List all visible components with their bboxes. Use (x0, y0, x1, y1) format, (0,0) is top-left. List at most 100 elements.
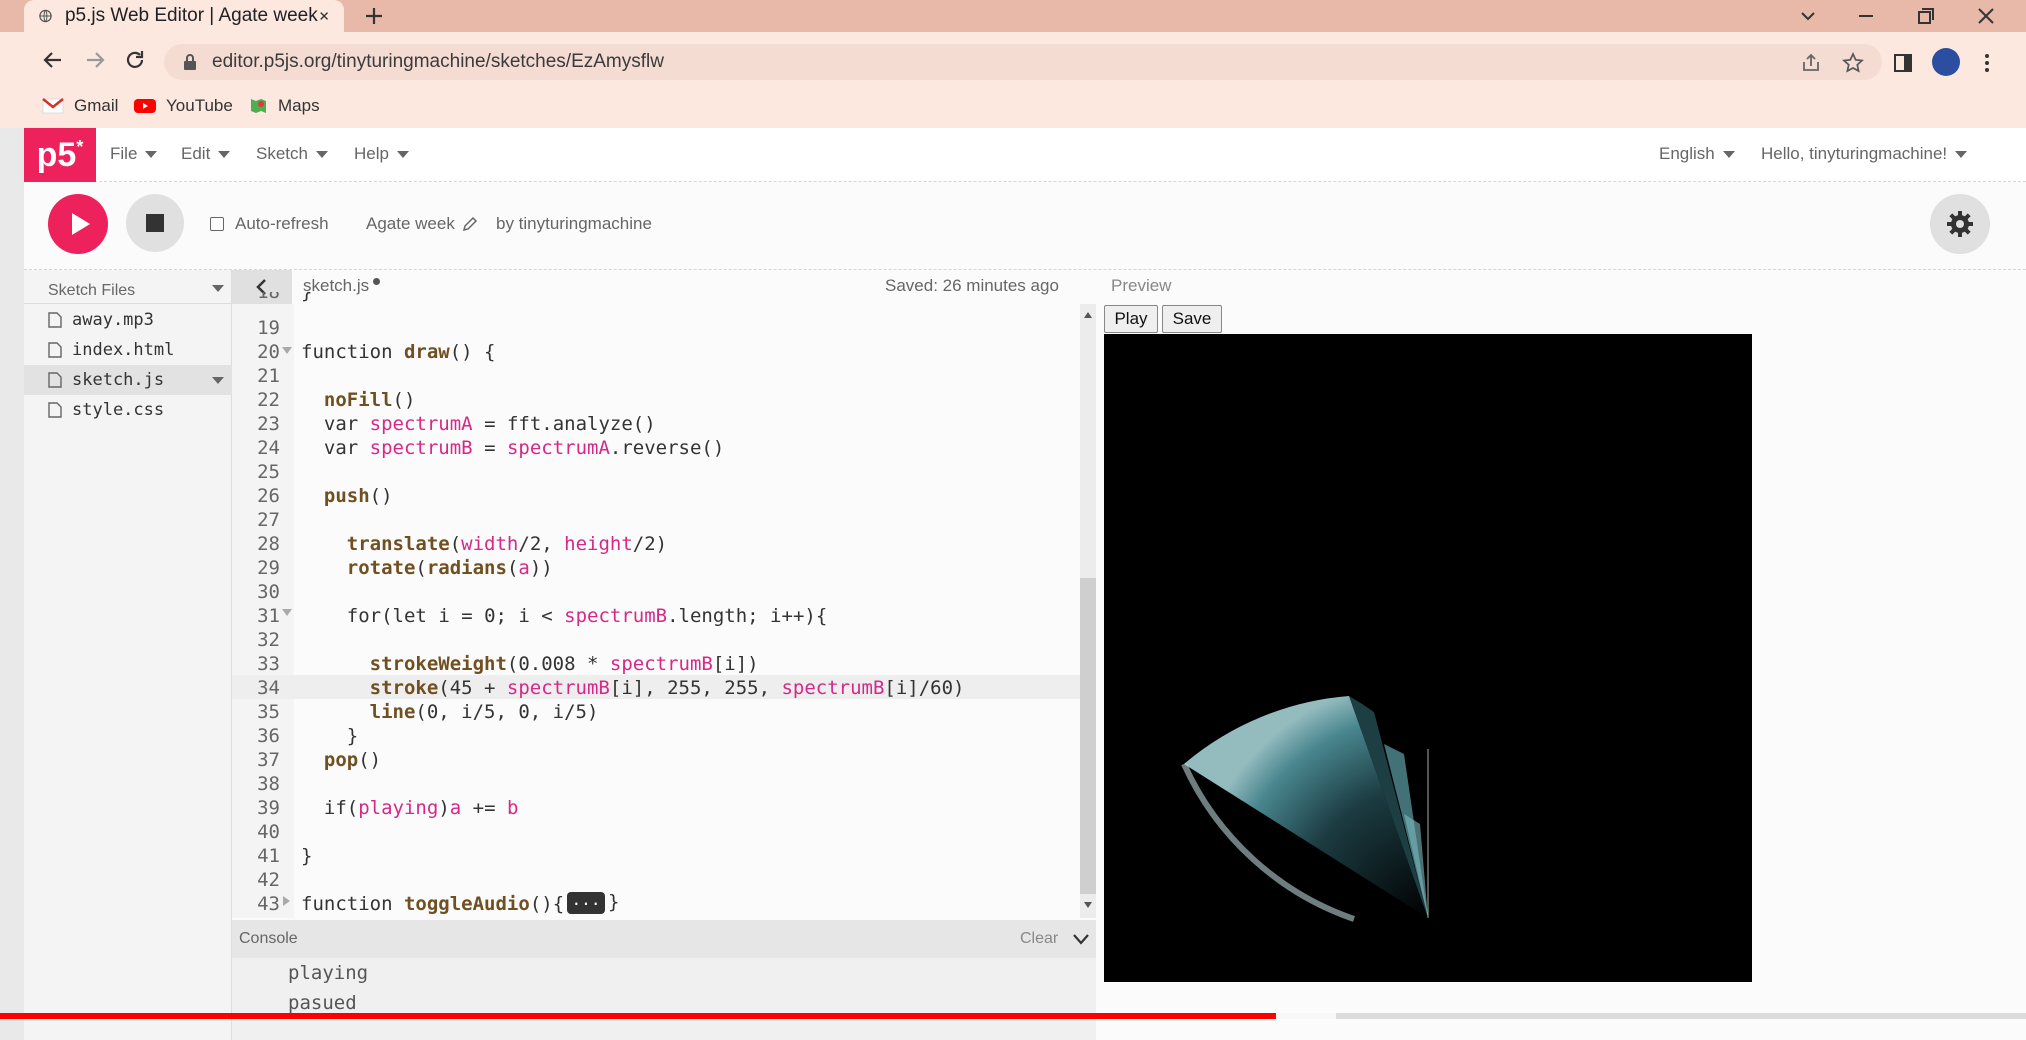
chevron-down-icon[interactable] (1072, 932, 1090, 946)
unfold-arrow-icon[interactable] (283, 896, 290, 906)
line-number: 28 (257, 533, 280, 555)
caret-down-icon (145, 150, 158, 158)
folded-code-marker[interactable]: ... (567, 892, 605, 914)
console-label: Console (239, 930, 298, 947)
minimize-icon[interactable] (1852, 2, 1880, 30)
scroll-up-icon[interactable] (1083, 310, 1093, 320)
reload-icon[interactable] (122, 47, 148, 73)
preview-save-button[interactable]: Save (1162, 305, 1222, 333)
close-tab-icon[interactable] (318, 7, 330, 25)
tab-search-chevron-icon[interactable] (1794, 2, 1822, 30)
lock-icon (184, 54, 196, 70)
console-header[interactable] (232, 920, 1096, 958)
share-icon[interactable] (1800, 52, 1822, 74)
line-number: 19 (257, 317, 280, 339)
close-window-icon[interactable] (1972, 2, 2000, 30)
file-index-html[interactable]: index.html (24, 335, 232, 365)
browser-tab[interactable]: p5.js Web Editor | Agate week (24, 0, 344, 32)
p5-logo[interactable]: p5 * (24, 128, 96, 182)
caret-down-icon (1722, 150, 1735, 158)
line-number: 30 (257, 581, 280, 603)
code-line: for(let i = 0; i < spectrumB.length; i++… (346, 605, 828, 627)
console-line: pasued (288, 992, 357, 1014)
line-number: 35 (257, 701, 280, 723)
line-number: 36 (257, 725, 280, 747)
folded-close-brace: } (608, 891, 620, 913)
sidebar-header[interactable]: Sketch Files (24, 270, 232, 304)
code-line: noFill() (323, 389, 416, 411)
menu-sketch[interactable]: Sketch (256, 144, 328, 164)
saved-status: Saved: 26 minutes ago (885, 276, 1059, 295)
file-icon (48, 342, 62, 358)
line-number: 24 (257, 437, 280, 459)
line-number: 21 (257, 365, 280, 387)
bookmark-gmail[interactable]: Gmail (42, 94, 118, 118)
menu-label: Hello, tinyturingmachine! (1761, 144, 1948, 163)
menu-help[interactable]: Help (354, 144, 409, 164)
settings-button[interactable] (1930, 194, 1990, 254)
restore-icon[interactable] (1912, 2, 1940, 30)
back-arrow-icon[interactable] (40, 47, 66, 73)
play-sketch-button[interactable] (48, 194, 108, 254)
unsaved-dot-icon (373, 278, 380, 285)
partial-line-number: 18 (257, 292, 280, 303)
language-menu[interactable]: English (1659, 144, 1735, 164)
file-style-css[interactable]: style.css (24, 395, 232, 425)
auto-refresh-label: Auto-refresh (235, 214, 329, 233)
menu-file[interactable]: File (110, 144, 158, 164)
code-line: } (301, 845, 313, 867)
side-panel-icon[interactable] (1892, 52, 1914, 74)
line-number: 26 (257, 485, 280, 507)
bookmark-maps[interactable]: Maps (248, 94, 320, 118)
file-label: away.mp3 (72, 310, 154, 330)
line-number: 22 (257, 389, 280, 411)
editor-scrollbar-thumb[interactable] (1080, 578, 1096, 894)
forward-arrow-icon[interactable] (82, 47, 108, 73)
sketch-canvas[interactable] (1104, 334, 1752, 982)
line-number: 33 (257, 653, 280, 675)
file-away-mp3[interactable]: away.mp3 (24, 305, 232, 335)
file-sketch-js[interactable]: sketch.js (24, 365, 232, 395)
auto-refresh-checkbox[interactable] (210, 217, 224, 231)
address-bar[interactable]: editor.p5js.org/tinyturingmachine/sketch… (164, 44, 1882, 80)
code-line: } (301, 725, 359, 747)
bookmark-label: Gmail (74, 96, 119, 115)
code-line: function draw() { (301, 341, 496, 363)
pencil-icon[interactable] (462, 216, 478, 232)
bookmark-youtube[interactable]: YouTube (134, 94, 233, 118)
fold-arrow-icon[interactable] (282, 609, 292, 616)
profile-avatar[interactable] (1932, 48, 1960, 76)
caret-down-icon[interactable] (212, 285, 224, 292)
code-line: translate(width/2, height/2) (346, 533, 668, 555)
bookmark-star-icon[interactable] (1842, 52, 1864, 74)
file-icon (48, 372, 62, 388)
scroll-down-icon[interactable] (1083, 900, 1093, 910)
console-clear-button[interactable]: Clear (1020, 930, 1058, 948)
stop-icon (146, 214, 164, 232)
file-label: index.html (72, 340, 175, 360)
gear-icon (1947, 211, 1973, 237)
video-buffer-fill (1276, 1013, 1337, 1019)
file-options-caret-icon[interactable] (212, 377, 224, 384)
menu-label: Help (354, 144, 389, 163)
line-number: 31 (257, 605, 280, 627)
preview-play-button[interactable]: Play (1104, 305, 1158, 333)
video-progress-fill (0, 1013, 1277, 1019)
url-text: editor.p5js.org/tinyturingmachine/sketch… (212, 51, 664, 72)
more-menu-icon[interactable] (1976, 52, 1998, 74)
menu-edit[interactable]: Edit (181, 144, 231, 164)
code-line: var spectrumA = fft.analyze() (323, 413, 656, 435)
code-line: function toggleAudio(){ (301, 893, 565, 915)
caret-down-icon (396, 150, 409, 158)
code-line: line(0, i/5, 0, i/5) (369, 701, 599, 723)
sketch-name[interactable]: Agate week (366, 214, 455, 234)
menu-label: English (1659, 144, 1715, 163)
new-tab-icon[interactable] (362, 4, 386, 28)
code-line: push() (323, 485, 393, 507)
stop-sketch-button[interactable] (126, 194, 184, 252)
logo-text: p5 (36, 135, 77, 174)
caret-down-icon (1955, 150, 1968, 158)
console-line: playing (288, 962, 369, 984)
user-menu[interactable]: Hello, tinyturingmachine! (1761, 144, 1968, 164)
fold-arrow-icon[interactable] (282, 347, 292, 354)
